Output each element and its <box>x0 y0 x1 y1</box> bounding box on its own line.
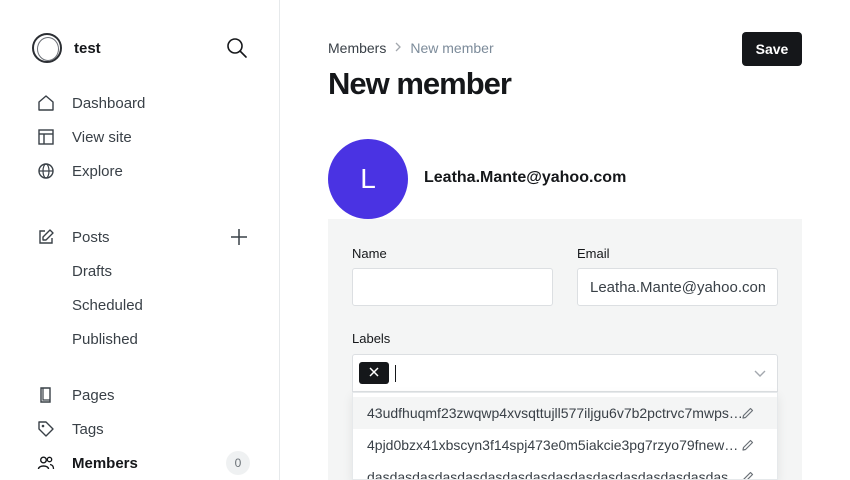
name-input[interactable] <box>352 268 553 306</box>
label-option[interactable]: dasdasdasdasdasdasdasdasdasdasdasdasdasd… <box>353 461 777 480</box>
sidebar-item-posts[interactable]: Posts <box>36 225 110 249</box>
ghost-logo-icon <box>32 33 62 63</box>
sidebar-item-label: Drafts <box>72 262 113 280</box>
sidebar-item-label: Tags <box>72 420 104 438</box>
sidebar-item-scheduled[interactable]: Scheduled <box>72 293 143 317</box>
page-title: New member <box>328 66 512 101</box>
sidebar-item-label: Explore <box>72 162 123 180</box>
search-icon[interactable] <box>226 37 248 59</box>
sidebar-item-label: Dashboard <box>72 94 146 112</box>
label-option[interactable]: 4pjd0bzx41xbscyn3f14spj473e0m5iakcie3pg7… <box>353 429 777 461</box>
brand[interactable]: test <box>32 33 101 63</box>
sidebar-item-label: Scheduled <box>72 296 143 314</box>
sidebar-item-label: View site <box>72 128 132 146</box>
labels-label: Labels <box>352 331 391 346</box>
chevron-right-icon <box>394 41 402 55</box>
breadcrumb-members-link[interactable]: Members <box>328 40 386 56</box>
remove-label-token[interactable] <box>359 362 389 384</box>
sidebar-item-pages[interactable]: Pages <box>36 383 115 407</box>
text-caret <box>395 365 396 382</box>
sidebar: test Dashboard View site Explore Posts D… <box>0 0 280 480</box>
labels-dropdown: 43udfhuqmf23zwqwp4xvsqttujll577iljgu6v7b… <box>352 392 778 480</box>
close-icon <box>369 364 379 382</box>
pencil-icon[interactable] <box>741 406 755 420</box>
page-icon <box>36 385 56 405</box>
chevron-down-icon[interactable] <box>753 366 767 380</box>
sidebar-item-tags[interactable]: Tags <box>36 417 104 441</box>
sidebar-item-drafts[interactable]: Drafts <box>72 259 112 283</box>
label-option[interactable]: 43udfhuqmf23zwqwp4xvsqttujll577iljgu6v7b… <box>353 397 777 429</box>
breadcrumb-current: New member <box>410 40 494 56</box>
layout-icon <box>36 127 56 147</box>
avatar-initial: L <box>360 163 376 194</box>
sidebar-item-members[interactable]: Members <box>36 451 138 475</box>
globe-icon <box>36 161 56 181</box>
sidebar-item-label: Posts <box>72 228 110 246</box>
breadcrumb: Members New member <box>328 40 494 56</box>
label-option-text: dasdasdasdasdasdasdasdasdasdasdasdasdasd… <box>367 469 743 480</box>
pencil-icon[interactable] <box>741 438 755 452</box>
edit-icon <box>36 227 56 247</box>
members-count-badge: 0 <box>226 451 250 475</box>
sidebar-item-label: Members <box>72 454 138 472</box>
home-icon <box>36 93 56 113</box>
label-option-text: 43udfhuqmf23zwqwp4xvsqttujll577iljgu6v7b… <box>367 405 743 421</box>
email-input[interactable] <box>577 268 778 306</box>
labels-input[interactable] <box>352 354 778 392</box>
save-button[interactable]: Save <box>742 32 802 66</box>
sidebar-item-label: Pages <box>72 386 115 404</box>
sidebar-item-label: Published <box>72 330 138 348</box>
avatar: L <box>328 139 408 219</box>
sidebar-item-dashboard[interactable]: Dashboard <box>36 91 145 115</box>
sidebar-item-view-site[interactable]: View site <box>36 125 132 149</box>
member-email-heading: Leatha.Mante@yahoo.com <box>424 169 627 186</box>
email-label: Email <box>577 246 610 261</box>
sidebar-item-explore[interactable]: Explore <box>36 159 123 183</box>
tag-icon <box>36 419 56 439</box>
members-icon <box>36 453 56 473</box>
name-label: Name <box>352 246 387 261</box>
pencil-icon[interactable] <box>741 470 755 479</box>
sidebar-item-published[interactable]: Published <box>72 327 138 351</box>
site-name: test <box>74 39 101 57</box>
add-post-icon[interactable] <box>228 226 250 248</box>
label-option-text: 4pjd0bzx41xbscyn3f14spj473e0m5iakcie3pg7… <box>367 437 743 453</box>
